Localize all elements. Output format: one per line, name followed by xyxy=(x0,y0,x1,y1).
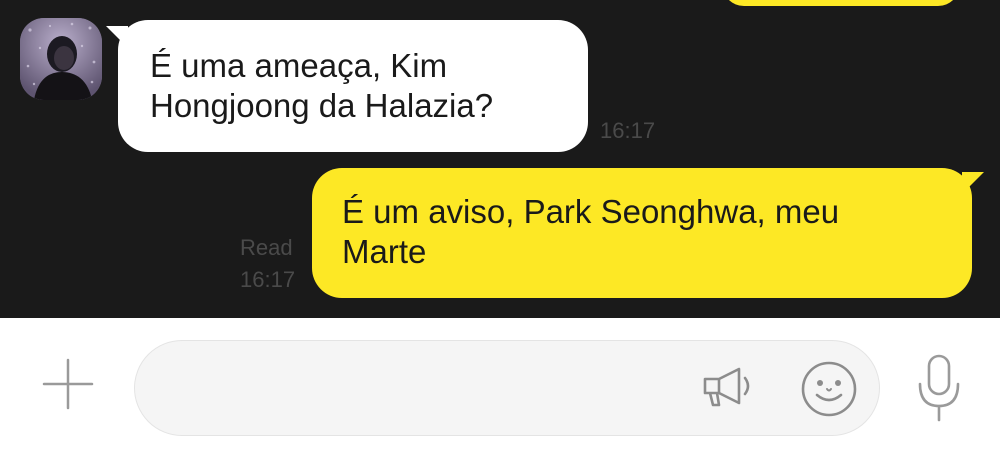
megaphone-icon xyxy=(703,367,750,407)
message-text-line: É uma ameaça, Kim xyxy=(150,47,448,84)
read-receipt: Read xyxy=(240,235,293,260)
plus-icon xyxy=(42,358,94,410)
message-text-line: Hongjoong da Halazia? xyxy=(150,87,494,124)
message-input[interactable] xyxy=(165,341,689,437)
outgoing-message-bubble[interactable]: É um aviso, Park Seonghwa, meu Marte xyxy=(312,168,984,298)
voice-input-button[interactable] xyxy=(914,352,964,424)
message-text-line: É um aviso, Park Seonghwa, meu xyxy=(342,193,840,230)
chat-screen: É uma ameaça, Kim Hongjoong da Halazia? … xyxy=(0,0,1000,456)
emoji-button[interactable] xyxy=(799,359,859,419)
message-text-line: Marte xyxy=(342,233,427,270)
avatar-image xyxy=(20,18,102,100)
message-composer xyxy=(0,318,1000,456)
megaphone-button[interactable] xyxy=(699,363,755,413)
message-timestamp: 16:17 xyxy=(600,118,656,143)
avatar[interactable] xyxy=(20,18,102,100)
attach-button[interactable] xyxy=(40,356,96,412)
message-timestamp: 16:17 xyxy=(240,267,296,292)
previous-outgoing-bubble xyxy=(722,0,960,6)
incoming-message-bubble[interactable]: É uma ameaça, Kim Hongjoong da Halazia? xyxy=(106,20,588,152)
microphone-icon xyxy=(918,354,960,422)
chat-message-list[interactable]: É uma ameaça, Kim Hongjoong da Halazia? … xyxy=(0,0,1000,318)
emoji-icon xyxy=(801,361,857,417)
message-status: Read 16:17 xyxy=(240,234,295,298)
message-input-field[interactable] xyxy=(134,340,880,437)
